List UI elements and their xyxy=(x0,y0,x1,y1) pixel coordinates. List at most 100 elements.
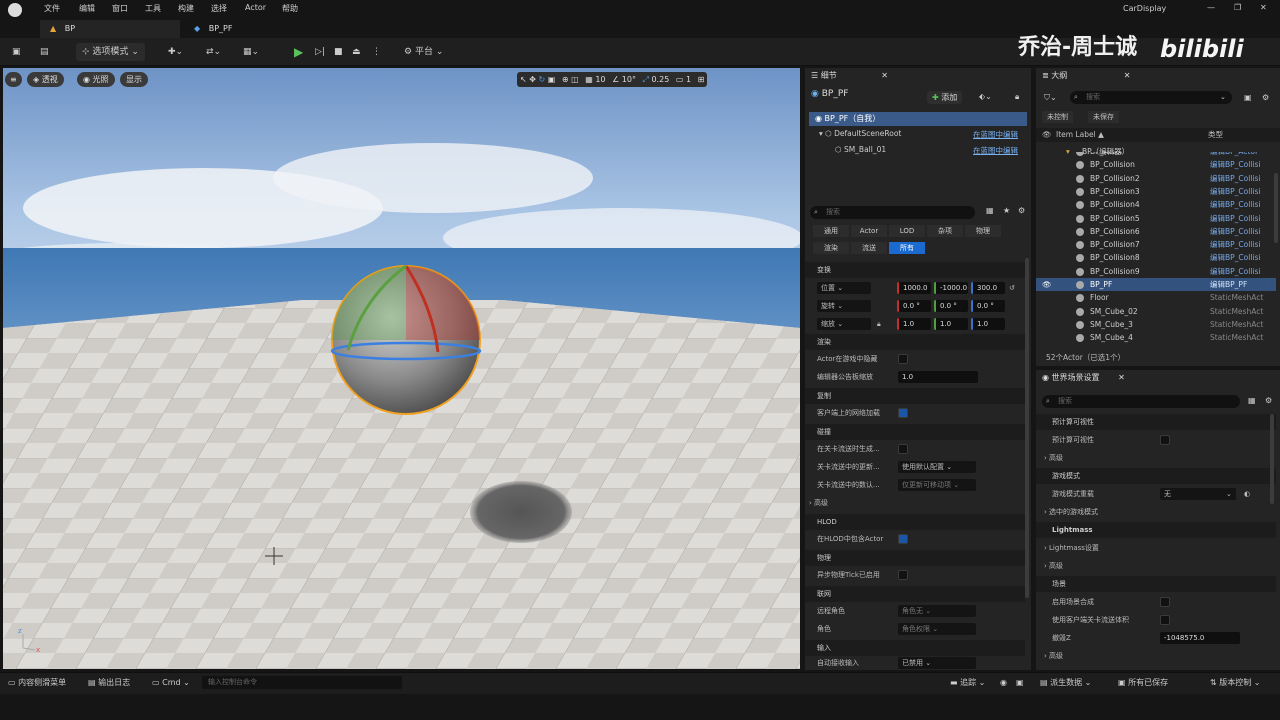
outliner-scrollbar[interactable] xyxy=(1274,173,1278,243)
layout-icon[interactable]: ⊞ xyxy=(698,75,705,84)
perspective-button[interactable]: ◈ 透视 xyxy=(27,72,64,87)
outliner-row[interactable]: BP_Collision2 编辑BP_Collisi xyxy=(1036,172,1276,185)
location-x[interactable]: 1000.0 xyxy=(897,282,931,294)
reset-icon[interactable]: ↺ xyxy=(1009,279,1015,297)
close-icon[interactable]: ✕ xyxy=(1124,71,1131,80)
section-collision[interactable]: 碰撞 xyxy=(805,424,1025,440)
section-game-mode[interactable]: 游戏模式 xyxy=(1036,468,1276,484)
gear-icon[interactable]: ⚙ xyxy=(1262,93,1269,102)
add-actor-icon[interactable]: ✚⌄ xyxy=(168,43,183,61)
outliner-row[interactable]: BP_Collision8 编辑BP_Collisi xyxy=(1036,251,1276,264)
scale-x[interactable]: 1.0 xyxy=(897,318,931,330)
filter-streaming[interactable]: 流送 xyxy=(851,242,887,254)
content-browser-icon[interactable]: ▤ xyxy=(40,43,49,61)
outliner-row[interactable]: BP_Collision4 编辑BP_Collisi xyxy=(1036,198,1276,211)
outliner-search-input[interactable]: ⌕ 搜索 ⌄ xyxy=(1070,91,1232,104)
trace-options-icon[interactable]: ▣ xyxy=(1016,677,1024,689)
client-streaming-checkbox[interactable] xyxy=(1160,615,1170,625)
output-log-button[interactable]: ▤ 输出日志 xyxy=(88,677,130,689)
angle-icon[interactable]: ∠ xyxy=(612,75,619,84)
unreal-logo-icon[interactable] xyxy=(8,3,22,17)
camera-speed-icon[interactable]: ▭ xyxy=(676,75,684,84)
menu-tools[interactable]: 工具 xyxy=(145,3,161,14)
viewport-menu-icon[interactable]: ≡ xyxy=(5,72,22,87)
level-gen-checkbox[interactable] xyxy=(898,444,908,454)
location-z[interactable]: 300.0 xyxy=(971,282,1005,294)
advanced-row[interactable]: › 高级 xyxy=(1036,557,1276,575)
minimize-button[interactable]: — xyxy=(1207,3,1215,12)
tab-bp[interactable]: ▲ BP xyxy=(40,20,180,38)
async-tick-checkbox[interactable] xyxy=(898,570,908,580)
section-networking[interactable]: 联网 xyxy=(805,586,1025,602)
outliner-row-type[interactable]: StaticMeshAct xyxy=(1210,305,1266,318)
step-button[interactable]: ▷| xyxy=(315,43,325,61)
advanced-row[interactable]: › 高级 xyxy=(805,494,1025,512)
component-root[interactable]: ▾ ⬡ DefaultSceneRoot 在蓝图中编辑 xyxy=(819,129,1029,139)
lightmass-settings-row[interactable]: › Lightmass设置 xyxy=(1036,539,1276,557)
outliner-row-type[interactable]: 编辑BP_Collisi xyxy=(1210,198,1266,211)
menu-window[interactable]: 窗口 xyxy=(112,3,128,14)
hlod-include-checkbox[interactable] xyxy=(898,534,908,544)
eject-button[interactable]: ⏏ xyxy=(352,43,361,61)
rotation-z[interactable]: 0.0 ° xyxy=(971,300,1005,312)
section-lightmass[interactable]: Lightmass xyxy=(1036,522,1276,538)
outliner-row-type[interactable]: 编辑BP_Collisi xyxy=(1210,212,1266,225)
menu-file[interactable]: 文件 xyxy=(44,3,60,14)
scale-snap-icon[interactable]: ⤢ xyxy=(643,75,649,84)
scale-snap-value[interactable]: 0.25 xyxy=(651,75,669,84)
outliner-row-type[interactable]: 编辑BP_Collisi xyxy=(1210,172,1266,185)
game-mode-dropdown[interactable]: 无 ⌄ xyxy=(1160,488,1236,500)
outliner-row-type[interactable]: 编辑BP_Collisi xyxy=(1210,225,1266,238)
record-icon[interactable]: ◉ xyxy=(1000,677,1007,689)
details-tab[interactable]: ☰ 细节 ✕ xyxy=(805,68,905,84)
details-scrollbar[interactable] xyxy=(1025,258,1029,598)
table-view-icon[interactable]: ▦ xyxy=(1248,396,1256,405)
outliner-row-type[interactable]: 编辑BP_PF xyxy=(1210,278,1266,291)
outliner-row-type[interactable]: StaticMeshAct xyxy=(1210,291,1266,304)
outliner-row[interactable]: SM_Cube_3 StaticMeshAct xyxy=(1036,318,1276,331)
camera-speed-value[interactable]: 1 xyxy=(686,75,691,84)
menu-select[interactable]: 选择 xyxy=(211,3,227,14)
section-world[interactable]: 场景 xyxy=(1036,576,1276,592)
section-precomputed-visibility[interactable]: 预计算可视性 xyxy=(1036,414,1276,430)
rotation-x[interactable]: 0.0 ° xyxy=(897,300,931,312)
edit-in-blueprint-link[interactable]: 在蓝图中编辑 xyxy=(973,145,1018,156)
surface-snap-icon[interactable]: ◫ xyxy=(571,75,579,84)
level-update-dropdown[interactable]: 使用默认配置 ⌄ xyxy=(898,461,976,473)
star-icon[interactable]: ★ xyxy=(1003,206,1010,215)
grid-icon[interactable]: ▦ xyxy=(585,75,593,84)
grid-snap-value[interactable]: 10 xyxy=(595,75,605,84)
close-icon[interactable]: ✕ xyxy=(881,71,888,80)
play-button[interactable]: ▶ xyxy=(294,43,303,61)
section-replication[interactable]: 复制 xyxy=(805,388,1025,404)
outliner-row-type[interactable]: 编辑BP_Collisi xyxy=(1210,265,1266,278)
close-window-button[interactable]: ✕ xyxy=(1260,3,1267,12)
rotation-y[interactable]: 0.0 ° xyxy=(934,300,968,312)
role-dropdown[interactable]: 角色权限 ⌄ xyxy=(898,623,976,635)
menu-actor[interactable]: Actor xyxy=(245,3,266,12)
details-search-input[interactable]: ⌕ 搜索 xyxy=(810,206,975,219)
filter-lod[interactable]: LOD xyxy=(889,225,925,237)
scale-dropdown[interactable]: 缩放 ⌄ xyxy=(817,318,871,330)
tab-bp-pf[interactable]: ◆ BP_PF xyxy=(186,20,326,38)
outliner-tab[interactable]: ≣ 大纲 ✕ xyxy=(1036,68,1146,84)
content-drawer-button[interactable]: ▭ 内容侧滑菜单 xyxy=(8,677,66,689)
derived-data-button[interactable]: ▤ 派生数据 ⌄ xyxy=(1040,677,1091,689)
filter-general[interactable]: 通用 xyxy=(813,225,849,237)
advanced-row[interactable]: › 高级 xyxy=(1036,647,1276,665)
chevron-down-icon[interactable]: ⌄ xyxy=(1220,91,1226,104)
column-item-label[interactable]: Item Label ▲ xyxy=(1056,128,1104,142)
gear-icon[interactable]: ⚙ xyxy=(1018,206,1025,215)
outliner-row[interactable]: Floor StaticMeshAct xyxy=(1036,291,1276,304)
save-icon[interactable]: ▣ xyxy=(12,43,21,61)
filter-icon[interactable]: ⛉⌄ xyxy=(1044,93,1057,103)
outliner-row[interactable]: BP_Collision3 编辑BP_Collisi xyxy=(1036,185,1276,198)
world-search-input[interactable]: ⌕ 搜索 xyxy=(1042,395,1240,408)
source-control-button[interactable]: ⇅ 版本控制 ⌄ xyxy=(1210,677,1261,689)
hidden-in-game-checkbox[interactable] xyxy=(898,354,908,364)
outliner-row-type[interactable]: StaticMeshAct xyxy=(1210,318,1266,331)
outliner-row[interactable]: BP_Collision9 编辑BP_Collisi xyxy=(1036,265,1276,278)
lock-icon[interactable]: 🔒︎ xyxy=(877,315,881,333)
scale-z[interactable]: 1.0 xyxy=(971,318,1005,330)
console-input[interactable]: 输入控制台命令 xyxy=(202,676,402,689)
